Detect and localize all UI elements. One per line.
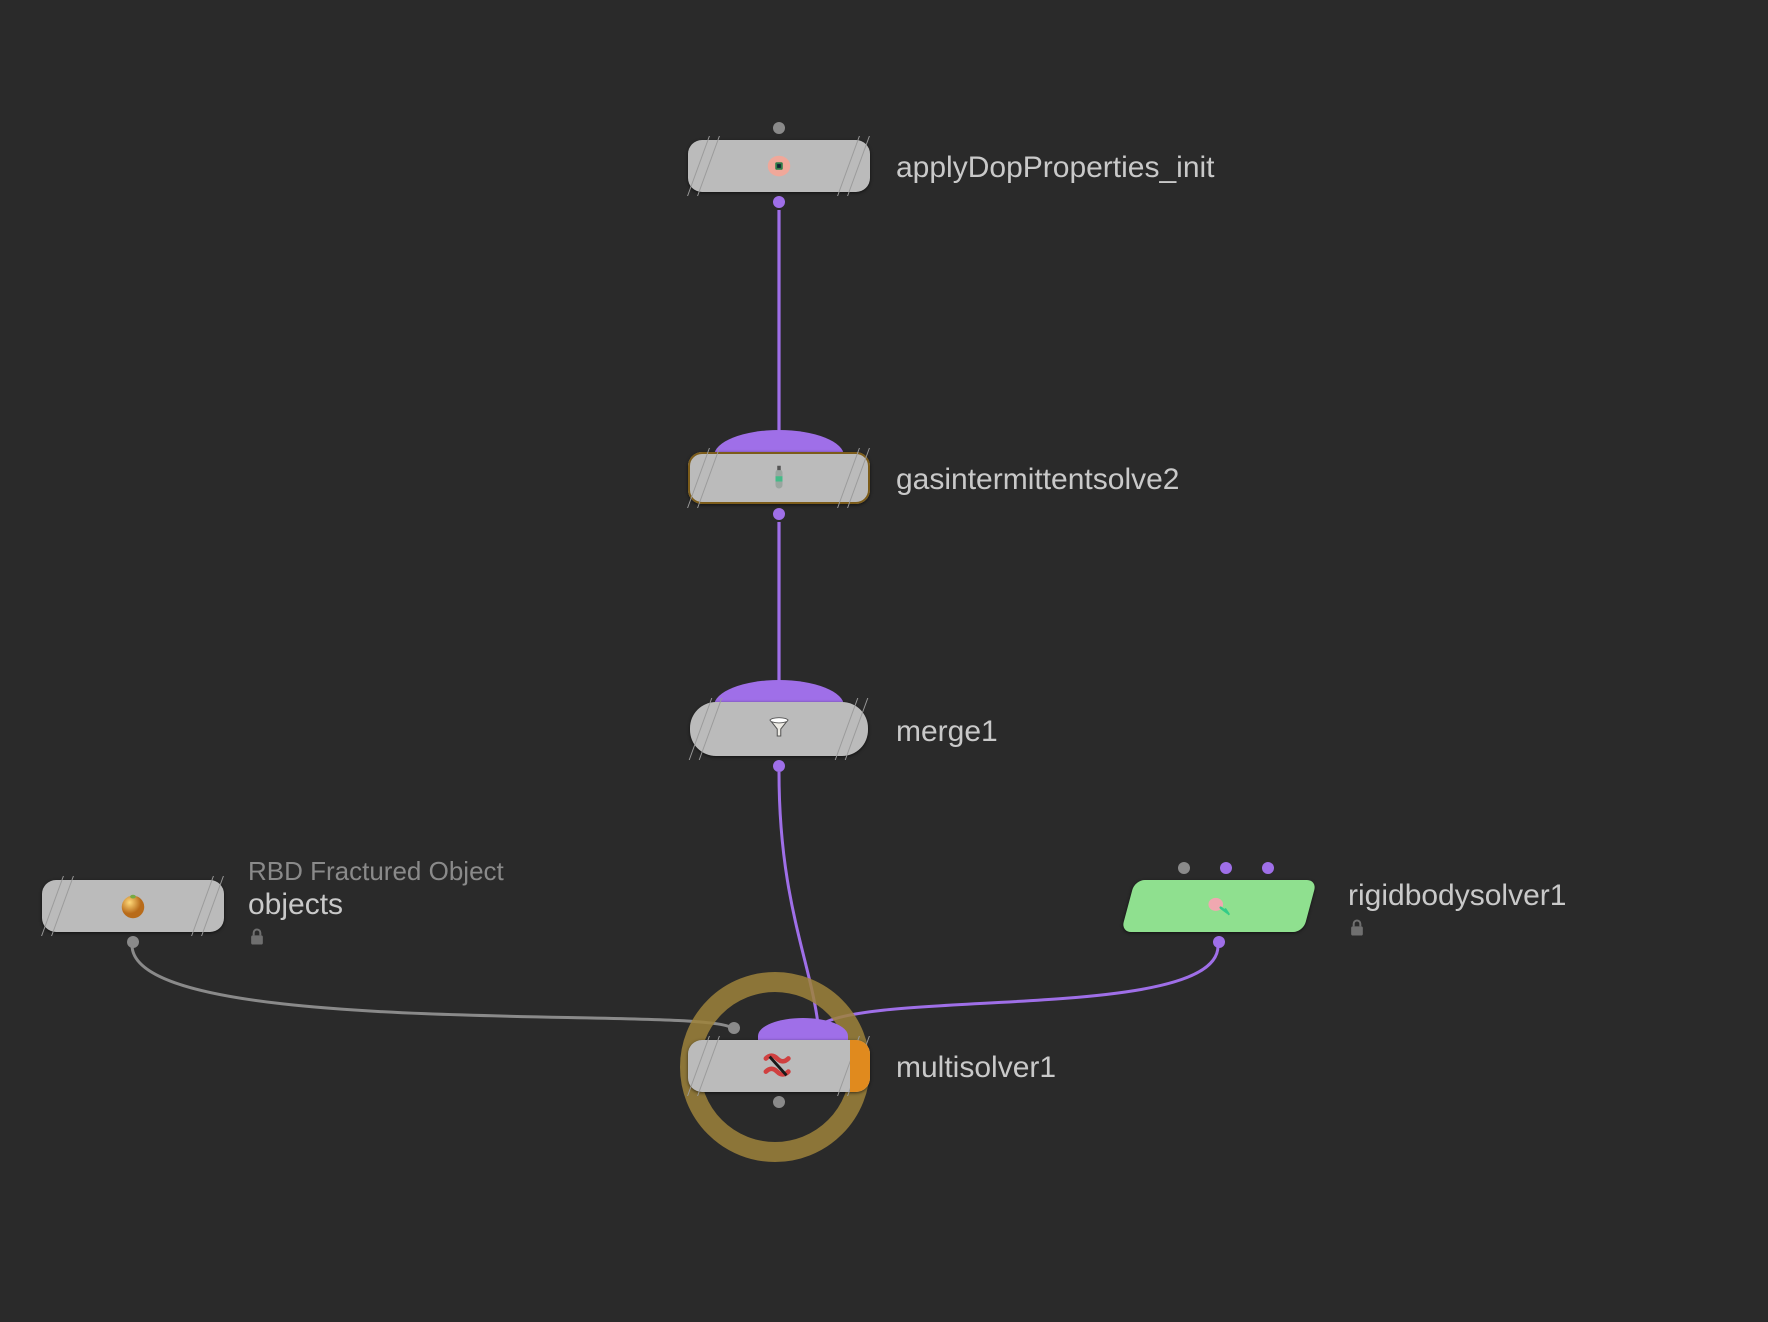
wires-layer bbox=[0, 0, 1768, 1322]
output-connector[interactable] bbox=[773, 1096, 785, 1108]
node-label: applyDopProperties_init bbox=[896, 150, 1215, 186]
lock-icon bbox=[1348, 918, 1566, 944]
rbd-icon bbox=[1202, 889, 1236, 923]
output-connector[interactable] bbox=[773, 508, 785, 520]
node-label: multisolver1 bbox=[896, 1050, 1056, 1086]
output-connector[interactable] bbox=[127, 936, 139, 948]
sphere-icon bbox=[116, 889, 150, 923]
node-label-text: rigidbodysolver1 bbox=[1348, 878, 1566, 914]
node-label: rigidbodysolver1 bbox=[1348, 878, 1566, 944]
node-label: merge1 bbox=[896, 714, 998, 750]
funnel-icon bbox=[762, 712, 796, 746]
node-label-text: objects bbox=[248, 887, 504, 923]
node-comment: RBD Fractured Object objects bbox=[248, 856, 504, 954]
input-connector[interactable] bbox=[773, 122, 785, 134]
multisolver-icon bbox=[762, 1049, 796, 1083]
brain-icon bbox=[762, 149, 796, 183]
gas-tank-icon bbox=[762, 461, 796, 495]
node-graph-canvas[interactable]: applyDopProperties_init gasintermittents… bbox=[0, 0, 1768, 1322]
output-connector[interactable] bbox=[1213, 936, 1225, 948]
output-connector[interactable] bbox=[773, 760, 785, 772]
input-connector[interactable] bbox=[1262, 862, 1274, 874]
output-connector[interactable] bbox=[773, 196, 785, 208]
main-input-connector[interactable] bbox=[728, 1022, 740, 1034]
node-label: gasintermittentsolve2 bbox=[896, 462, 1179, 498]
input-connector[interactable] bbox=[1220, 862, 1232, 874]
input-connector[interactable] bbox=[1178, 862, 1190, 874]
lock-icon bbox=[248, 927, 504, 953]
